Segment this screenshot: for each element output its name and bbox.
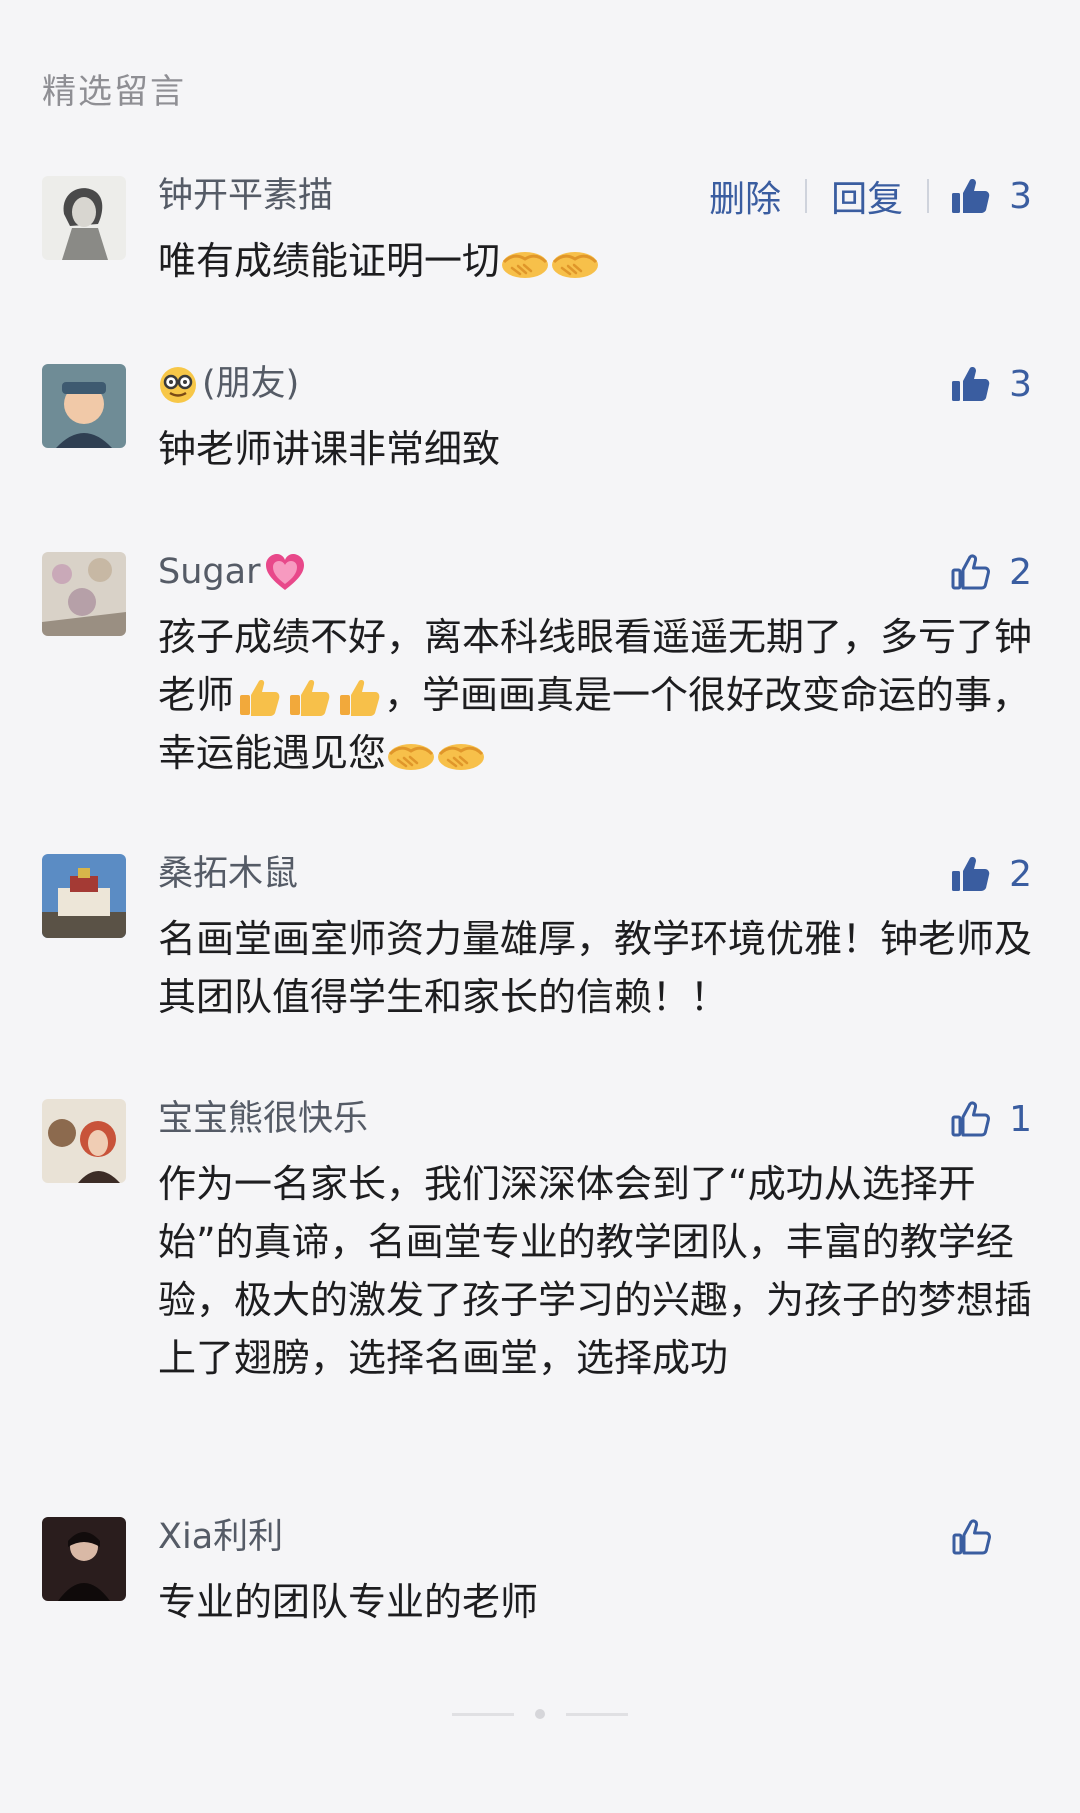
comment-text: 唯有成绩能证明一切 <box>158 239 501 283</box>
thumb-up-icon[interactable] <box>949 175 991 217</box>
avatar[interactable] <box>42 1517 126 1601</box>
comment-content: 作为一名家长，我们深深体会到了“成功从选择开始”的真谛，名画堂专业的教学团队，丰… <box>158 1155 1038 1387</box>
thumb-up-icon[interactable] <box>950 1516 992 1558</box>
comment-nickname: Xia利利 <box>158 1517 284 1557</box>
comment-content: 孩子成绩不好，离本科线眼看遥遥无期了，多亏了钟老师 ，学画画真是一个很好改变命运的… <box>158 608 1038 782</box>
comment-nickname: (朋友) <box>158 364 299 405</box>
thumb-up-icon[interactable] <box>949 363 991 405</box>
pager-line <box>566 1713 628 1716</box>
like-count: 3 <box>1009 175 1032 217</box>
comment-content: 名画堂画室师资力量雄厚，教学环境优雅！钟老师及其团队值得学生和家长的信赖！！ <box>158 910 1038 1026</box>
avatar[interactable] <box>42 176 126 260</box>
handshake-emoji <box>436 736 486 776</box>
delete-button[interactable]: 删除 <box>705 170 785 222</box>
comment-nickname-text: Sugar <box>158 552 261 592</box>
comment-actions: 3 <box>949 358 1032 410</box>
comment-actions: 删除 回复 3 <box>705 170 1032 222</box>
thumb-up-icon[interactable] <box>949 853 991 895</box>
avatar[interactable] <box>42 854 126 938</box>
like-count: 3 <box>1009 363 1032 405</box>
thumbs-up-emoji <box>334 678 384 718</box>
comment-content: 钟老师讲课非常细致 <box>158 420 1038 478</box>
comment-nickname: Sugar <box>158 552 306 593</box>
avatar[interactable] <box>42 1099 126 1183</box>
thumb-up-icon[interactable] <box>949 1098 991 1140</box>
comment-actions <box>950 1511 1032 1563</box>
comment-text: 作为一名家长，我们深深体会到了“成功从选择开始”的真谛，名画堂专业的教学团队，丰… <box>158 1162 1033 1380</box>
reply-button[interactable]: 回复 <box>827 170 907 222</box>
handshake-emoji <box>386 736 436 776</box>
handshake-emoji <box>550 244 600 284</box>
thumbs-up-emoji <box>234 678 284 718</box>
comment-nickname: 桑拓木鼠 <box>158 854 299 894</box>
comment-text: 钟老师讲课非常细致 <box>158 427 501 471</box>
thumb-up-icon[interactable] <box>949 551 991 593</box>
heart-emoji <box>266 554 305 590</box>
pager-line <box>452 1713 514 1716</box>
avatar[interactable] <box>42 552 126 636</box>
page-indicator <box>0 1709 1080 1719</box>
comment-actions: 2 <box>949 546 1032 598</box>
divider <box>927 179 930 213</box>
comment-text: 专业的团队专业的老师 <box>158 1580 539 1624</box>
like-count: 2 <box>1009 551 1032 593</box>
section-title: 精选留言 <box>42 72 186 112</box>
comment-content: 专业的团队专业的老师 <box>158 1573 1038 1631</box>
comment-nickname: 宝宝熊很快乐 <box>158 1099 369 1139</box>
handshake-emoji <box>500 244 550 284</box>
comment-actions: 2 <box>949 848 1032 900</box>
comment-content: 唯有成绩能证明一切 <box>158 232 1038 290</box>
comment-nickname: 钟开平素描 <box>158 176 334 216</box>
nerd-face-emoji <box>160 367 196 403</box>
thumbs-up-emoji <box>284 678 334 718</box>
comment-nickname-tag: (朋友) <box>202 364 300 404</box>
pager-dot <box>535 1709 545 1719</box>
avatar[interactable] <box>42 364 126 448</box>
like-count: 1 <box>1009 1098 1032 1140</box>
comment-text: 名画堂画室师资力量雄厚，教学环境优雅！钟老师及其团队值得学生和家长的信赖！！ <box>158 917 1033 1019</box>
like-count: 2 <box>1009 853 1032 895</box>
divider <box>805 179 808 213</box>
comment-actions: 1 <box>949 1093 1032 1145</box>
